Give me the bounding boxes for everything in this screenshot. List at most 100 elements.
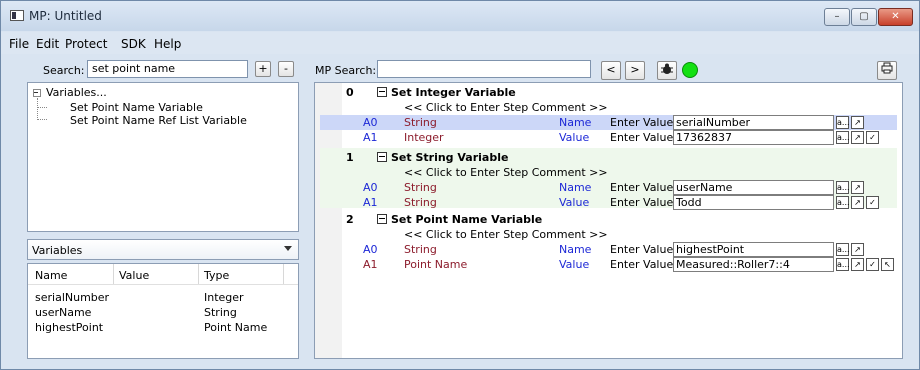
open-icon[interactable]: ↗ (851, 116, 864, 129)
browse-button[interactable]: a... (836, 116, 850, 129)
variable-name[interactable]: serialNumber (35, 291, 109, 304)
maximize-button[interactable]: ▢ (851, 8, 877, 26)
menu-help[interactable]: Help (154, 37, 181, 51)
previous-button[interactable]: < (601, 61, 621, 80)
variables-dropdown[interactable]: Variables (27, 239, 299, 260)
open-icon[interactable]: ↗ (851, 196, 864, 209)
arg-kind: Name (559, 181, 592, 194)
search-label: Search: (43, 64, 85, 77)
arg-kind: Value (559, 258, 590, 271)
arg-value-input[interactable]: highestPoint (673, 242, 834, 257)
tree-item[interactable]: Set Point Name Ref List Variable (70, 114, 247, 127)
step-comment-row[interactable]: << Click to Enter Step Comment >> (320, 227, 897, 242)
next-button[interactable]: > (625, 61, 645, 80)
step-block: 2 Set Point Name Variable << Click to En… (320, 210, 897, 272)
column-header-type[interactable]: Type (204, 269, 229, 282)
dropdown-value: Variables (32, 244, 83, 257)
arg-id: A0 (363, 181, 378, 194)
browse-button[interactable]: a... (836, 181, 850, 194)
menu-bar: File Edit Protect SDK Help (1, 32, 919, 54)
arg-action: Enter Value (610, 258, 674, 271)
step-header[interactable]: 0 Set Integer Variable (320, 85, 897, 100)
arg-value-input[interactable]: userName (673, 180, 834, 195)
expand-all-button[interactable]: + (255, 61, 271, 77)
arg-id: A1 (363, 258, 378, 271)
variable-name[interactable]: userName (35, 306, 91, 319)
step-header[interactable]: 1 Set String Variable (320, 150, 897, 165)
title-bar: MP: Untitled – ▢ ✕ (1, 1, 919, 31)
arg-action: Enter Value (610, 196, 674, 209)
collapse-all-button[interactable]: - (278, 61, 294, 77)
collapse-step-icon[interactable] (377, 87, 387, 97)
arg-value-input[interactable]: Todd (673, 195, 834, 210)
arg-kind: Name (559, 243, 592, 256)
step-title: Set Integer Variable (391, 86, 516, 99)
step-comment-row[interactable]: << Click to Enter Step Comment >> (320, 165, 897, 180)
variable-name[interactable]: highestPoint (35, 321, 103, 334)
step-header[interactable]: 2 Set Point Name Variable (320, 212, 897, 227)
variable-type: Point Name (204, 321, 268, 334)
arg-kind: Name (559, 116, 592, 129)
arg-value-input[interactable]: Measured::Roller7::4 (673, 257, 834, 272)
column-divider (198, 264, 199, 284)
validate-icon[interactable]: ✓ (866, 258, 879, 271)
arg-id: A0 (363, 243, 378, 256)
mp-search-label: MP Search: (315, 64, 377, 77)
printer-glyph (881, 62, 893, 74)
arg-row[interactable]: A1 String Value Enter Value Todd a... ↗ … (320, 195, 897, 210)
pointer-icon[interactable]: ↖ (881, 258, 894, 271)
arg-action: Enter Value (610, 116, 674, 129)
step-block: 1 Set String Variable << Click to Enter … (320, 148, 897, 210)
menu-file[interactable]: File (9, 37, 29, 51)
step-comment-row[interactable]: << Click to Enter Step Comment >> (320, 100, 897, 115)
validate-icon[interactable]: ✓ (866, 196, 879, 209)
close-button[interactable]: ✕ (878, 8, 913, 26)
open-icon[interactable]: ↗ (851, 181, 864, 194)
bug-icon (661, 63, 673, 74)
column-divider (113, 264, 114, 284)
menu-sdk[interactable]: SDK (121, 37, 146, 51)
column-header-name[interactable]: Name (35, 269, 67, 282)
app-icon (10, 10, 24, 21)
arg-row[interactable]: A1 Point Name Value Enter Value Measured… (320, 257, 897, 272)
step-number: 1 (346, 151, 354, 164)
mp-search-input[interactable] (377, 60, 591, 78)
arg-type: String (404, 196, 437, 209)
arg-row[interactable]: A0 String Name Enter Value highestPoint … (320, 242, 897, 257)
tree-root[interactable]: Variables... (46, 86, 107, 99)
minus-glyph (34, 92, 38, 93)
open-icon[interactable]: ↗ (851, 243, 864, 256)
arg-action: Enter Value (610, 181, 674, 194)
arg-row[interactable]: A1 Integer Value Enter Value 17362837 a.… (320, 130, 897, 145)
menu-protect[interactable]: Protect (65, 37, 107, 51)
browse-button[interactable]: a... (836, 243, 850, 256)
status-green-icon[interactable] (682, 62, 698, 78)
minimize-button[interactable]: – (824, 8, 850, 26)
arg-value-input[interactable]: 17362837 (673, 130, 834, 145)
search-input[interactable]: set point name (87, 60, 248, 78)
validate-icon[interactable]: ✓ (866, 131, 879, 144)
column-header-value[interactable]: Value (119, 269, 149, 282)
collapse-step-icon[interactable] (377, 214, 387, 224)
arg-type: Point Name (404, 258, 468, 271)
debug-bug-icon[interactable] (657, 61, 677, 80)
arg-value-input[interactable]: serialNumber (673, 115, 834, 130)
print-icon[interactable] (877, 61, 897, 80)
browse-button[interactable]: a... (836, 131, 850, 144)
open-icon[interactable]: ↗ (851, 131, 864, 144)
collapse-step-icon[interactable] (377, 152, 387, 162)
arg-row[interactable]: A0 String Name Enter Value userName a...… (320, 180, 897, 195)
step-comment[interactable]: << Click to Enter Step Comment >> (404, 101, 608, 114)
menu-edit[interactable]: Edit (36, 37, 59, 51)
arg-type: Integer (404, 131, 444, 144)
arg-type: String (404, 181, 437, 194)
step-comment[interactable]: << Click to Enter Step Comment >> (404, 228, 608, 241)
tree-item[interactable]: Set Point Name Variable (70, 101, 203, 114)
tree-collapse-icon[interactable] (33, 89, 41, 97)
open-icon[interactable]: ↗ (851, 258, 864, 271)
browse-button[interactable]: a... (836, 196, 850, 209)
step-comment[interactable]: << Click to Enter Step Comment >> (404, 166, 608, 179)
browse-button[interactable]: a... (836, 258, 850, 271)
arg-row[interactable]: A0 String Name Enter Value serialNumber … (320, 115, 897, 130)
arg-type: String (404, 243, 437, 256)
